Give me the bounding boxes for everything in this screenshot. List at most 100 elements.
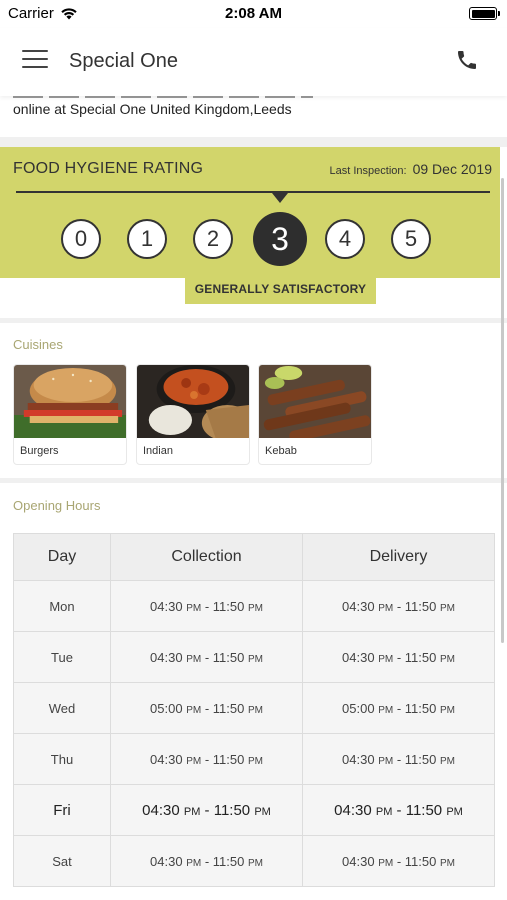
end-time: 11:50 [212,649,245,665]
ampm-suffix: PM [439,755,455,767]
table-row: Thu 04:30 PM - 11:50 PM 04:30 PM - 11:50 P… [13,733,495,785]
cuisine-card-kebab[interactable]: Kebab [258,364,372,465]
collection-hours-cell: 04:30 PM - 11:50 PM [110,733,303,785]
ampm-suffix: PM [439,704,455,716]
table-row: Mon 04:30 PM - 11:50 PM 04:30 PM - 11:50 P… [13,580,495,632]
section-divider [0,478,507,483]
hygiene-rating-panel: FOOD HYGIENE RATING Last Inspection: 09 D… [0,147,500,278]
collection-hours-cell: 04:30 PM - 11:50 PM [110,580,303,632]
end-time: 11:50 [404,751,437,767]
start-time: 04:30 [142,801,180,819]
time-separator: - [392,801,406,819]
time-separator: - [393,598,405,614]
last-inspection: Last Inspection: 09 Dec 2019 [330,161,492,177]
end-time: 11:50 [212,598,245,614]
end-time: 11:50 [405,801,443,819]
burger-photo [14,365,126,438]
collection-hours-cell: 04:30 PM - 11:50 PM [110,784,303,836]
kebab-photo [259,365,371,442]
end-time: 11:50 [404,700,437,716]
rating-circle-3-selected: 3 [253,212,307,266]
collection-hours-cell: 05:00 PM - 11:50 PM [110,682,303,734]
table-row: Sat 04:30 PM - 11:50 PM 04:30 PM - 11:50 P… [13,835,495,887]
start-time: 04:30 [150,751,183,767]
clock: 2:08 AM [225,5,282,22]
last-inspection-date: 09 Dec 2019 [412,161,492,177]
restaurant-title: Special One [69,50,178,72]
last-inspection-label: Last Inspection: [329,165,407,177]
scrollbar[interactable] [501,178,504,643]
delivery-hours-cell: 04:30 PM - 11:50 PM [302,631,495,683]
time-separator: - [201,700,213,716]
status-bar: Carrier 2:08 AM [0,0,507,28]
battery-icon [469,7,500,20]
ampm-suffix: PM [247,653,263,665]
end-time: 11:50 [212,853,245,869]
end-time: 11:50 [212,700,245,716]
ampm-suffix: PM [378,857,394,869]
ampm-suffix: PM [254,805,271,818]
start-time: 04:30 [342,598,375,614]
time-separator: - [201,751,213,767]
collection-hours-cell: 04:30 PM - 11:50 PM [110,631,303,683]
table-header-row: Day Collection Delivery [13,533,495,581]
delivery-hours-cell: 04:30 PM - 11:50 PM [302,835,495,887]
ampm-suffix: PM [247,602,263,614]
time-separator: - [393,853,405,869]
ampm-suffix: PM [186,704,202,716]
cuisine-card-burgers[interactable]: Burgers [13,364,127,465]
time-separator: - [201,598,213,614]
delivery-hours-cell: 05:00 PM - 11:50 PM [302,682,495,734]
ampm-suffix: PM [378,704,394,716]
ampm-suffix: PM [446,805,463,818]
opening-hours-heading: Opening Hours [13,498,101,513]
start-time: 05:00 [150,700,183,716]
about-text: online at Special One United Kingdom,Lee… [13,101,292,117]
ampm-suffix: PM [186,755,202,767]
time-separator: - [393,700,405,716]
day-cell: Thu [13,733,111,785]
cuisines-heading: Cuisines [13,337,63,352]
start-time: 04:30 [342,649,375,665]
column-header-collection: Collection [110,533,303,581]
ampm-suffix: PM [439,653,455,665]
ampm-suffix: PM [378,653,394,665]
hamburger-icon[interactable] [22,50,48,72]
time-separator: - [200,801,214,819]
ampm-suffix: PM [378,602,394,614]
ampm-suffix: PM [375,805,393,818]
ampm-suffix: PM [186,857,202,869]
time-separator: - [201,853,213,869]
app-header: Special One [0,28,507,96]
cuisine-name: Indian [143,445,173,457]
column-header-day: Day [13,533,111,581]
rating-circle-2: 2 [193,219,233,259]
start-time: 04:30 [150,598,183,614]
collection-hours-cell: 04:30 PM - 11:50 PM [110,835,303,887]
cuisine-card-indian[interactable]: Indian [136,364,250,465]
ampm-suffix: PM [247,857,263,869]
day-cell: Tue [13,631,111,683]
day-cell: Mon [13,580,111,632]
rating-circle-0: 0 [61,219,101,259]
cuisine-name: Burgers [20,445,59,457]
ampm-suffix: PM [186,653,202,665]
rating-circle-4: 4 [325,219,365,259]
phone-icon[interactable] [455,48,481,74]
start-time: 04:30 [342,751,375,767]
day-cell: Fri [13,784,111,836]
rating-circle-5: 5 [391,219,431,259]
cuisine-name: Kebab [265,445,297,457]
time-separator: - [393,751,405,767]
hygiene-verdict-badge: GENERALLY SATISFACTORY [185,278,376,304]
day-cell: Sat [13,835,111,887]
hygiene-title: FOOD HYGIENE RATING [13,160,204,177]
column-header-delivery: Delivery [302,533,495,581]
start-time: 04:30 [342,853,375,869]
ampm-suffix: PM [378,755,394,767]
start-time: 04:30 [150,853,183,869]
start-time: 04:30 [150,649,183,665]
rating-pointer-icon [272,193,288,203]
time-separator: - [201,649,213,665]
end-time: 11:50 [404,598,437,614]
